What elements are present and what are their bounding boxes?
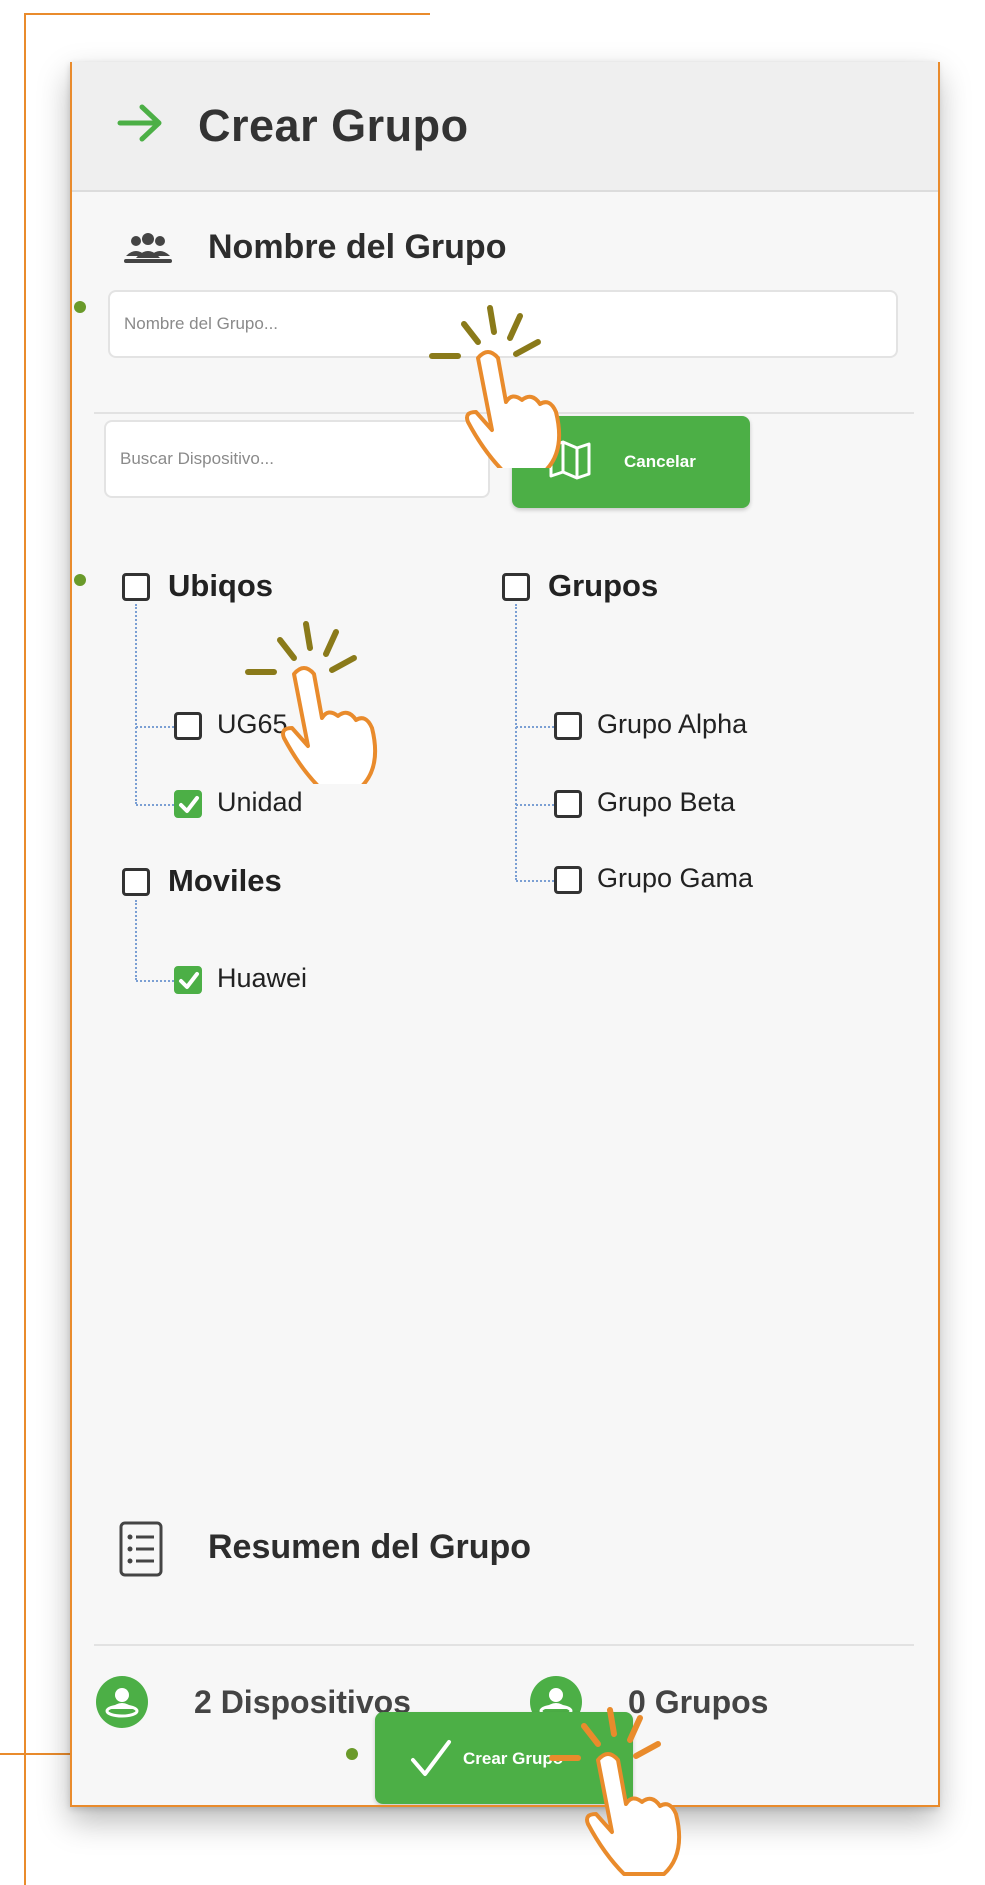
checkbox-ug65[interactable] (174, 712, 202, 740)
tree-item-huawei: Huawei (217, 963, 308, 993)
users-icon (124, 233, 172, 263)
tree-connector (135, 900, 137, 980)
tree-item-grupo-beta: Grupo Beta (597, 787, 736, 817)
checkbox-grupo-alpha[interactable] (554, 712, 582, 740)
annotation-frame-left (70, 62, 72, 1807)
tap-hand-icon (245, 621, 378, 784)
tree-connector (516, 880, 554, 882)
annotation-line-left (24, 13, 26, 1885)
checkbox-unidad[interactable] (174, 790, 202, 818)
list-icon (119, 1521, 163, 1577)
tree-item-grupo-gama: Grupo Gama (597, 863, 754, 893)
tree-connector (515, 604, 517, 880)
tap-hand-icon (549, 1707, 682, 1876)
checkbox-ubiqos[interactable] (122, 573, 150, 601)
annotation-dot-name-input (74, 301, 86, 313)
checkbox-grupos[interactable] (502, 573, 530, 601)
tree-connector (135, 604, 137, 804)
tree-connector (136, 804, 174, 806)
user-location-icon (105, 1688, 139, 1718)
tree-item-unidad: Unidad (217, 787, 303, 817)
checkbox-moviles[interactable] (122, 868, 150, 896)
tap-hand-icon (429, 305, 562, 468)
tree-connector (516, 804, 554, 806)
tree-connector (136, 726, 174, 728)
checkbox-huawei[interactable] (174, 966, 202, 994)
annotation-frame-right (938, 62, 940, 1807)
check-icon (179, 796, 199, 813)
cancel-button-label: Cancelar (624, 452, 696, 471)
page-title: Crear Grupo (198, 100, 469, 151)
tree-connector (136, 980, 174, 982)
annotation-dot-tree (74, 574, 86, 586)
annotation-line-top (24, 13, 430, 15)
arrow-right-icon (117, 104, 162, 142)
group-name-title: Nombre del Grupo (208, 228, 507, 266)
check-icon (411, 1740, 451, 1776)
summary-title: Resumen del Grupo (208, 1528, 532, 1566)
panel-header: Crear Grupo (70, 62, 938, 192)
device-count-icon (96, 1676, 148, 1728)
divider-2 (94, 1644, 914, 1646)
check-icon (179, 972, 199, 989)
checkbox-grupo-gama[interactable] (554, 866, 582, 894)
annotation-dot-create-button (346, 1748, 358, 1760)
tree-connector (516, 726, 554, 728)
tree-title-grupos: Grupos (548, 568, 659, 603)
tree-title-ubiqos: Ubiqos (168, 568, 274, 603)
checkbox-grupo-beta[interactable] (554, 790, 582, 818)
tree-title-moviles: Moviles (168, 863, 282, 898)
annotation-frame-bottom (70, 1805, 940, 1807)
tree-item-grupo-alpha: Grupo Alpha (597, 709, 748, 739)
